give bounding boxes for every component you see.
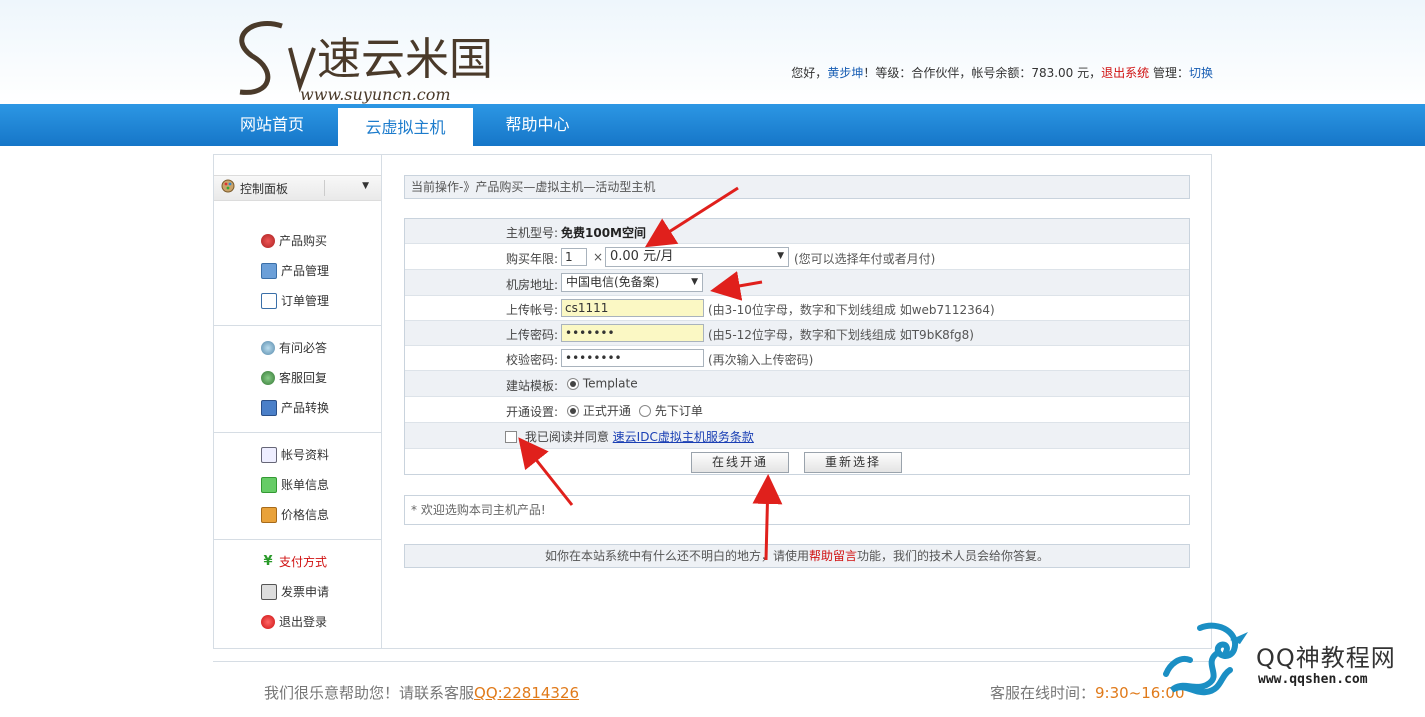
watermark: QQ神教程网 www.qqshen.com bbox=[1160, 620, 1420, 712]
arrow-room bbox=[710, 271, 763, 301]
dragon-logo-icon bbox=[1163, 622, 1248, 696]
arrow-price bbox=[644, 186, 739, 248]
arrow-agree bbox=[518, 437, 574, 506]
footer-hours: 客服在线时间：9:30~16:00 bbox=[990, 682, 1185, 703]
watermark-url: www.qqshen.com bbox=[1258, 672, 1368, 687]
footer-divider bbox=[213, 661, 1212, 662]
watermark-title: QQ神教程网 bbox=[1256, 644, 1396, 672]
arrow-submit bbox=[752, 474, 783, 561]
footer-contact: 我们很乐意帮助您！请联系客服QQ:22814326 bbox=[264, 682, 579, 703]
footer-contact-text: 我们很乐意帮助您！请联系客服 bbox=[264, 684, 475, 702]
footer-hours-label: 客服在线时间： bbox=[990, 684, 1096, 702]
annotation-arrows bbox=[518, 186, 783, 561]
qq-link[interactable]: QQ:22814326 bbox=[474, 684, 579, 702]
